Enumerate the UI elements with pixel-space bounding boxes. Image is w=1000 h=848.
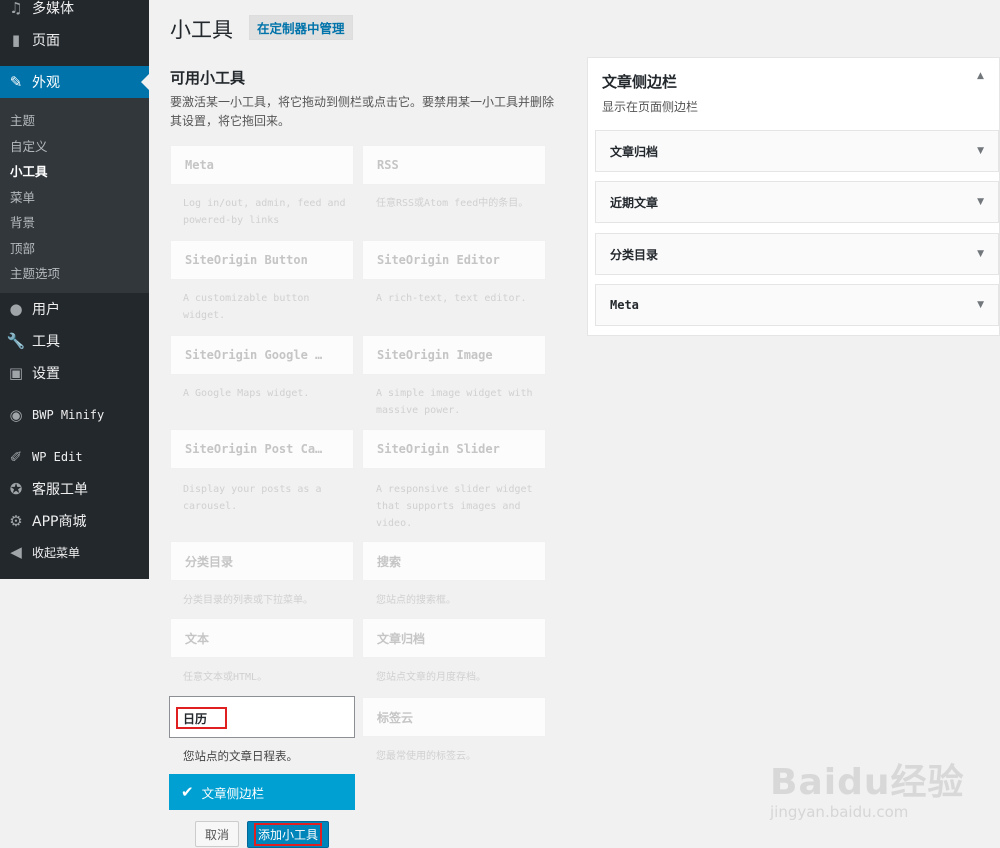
collapse-arrow-icon[interactable]: ▲	[977, 71, 984, 81]
menu-item-tools[interactable]: 🔧 工具	[0, 325, 149, 357]
submenu-item-themes[interactable]: 主题	[10, 110, 35, 129]
dashboard-icon: ◉	[9, 406, 23, 424]
submenu-item-background[interactable]: 背景	[10, 212, 35, 231]
widget-calendar-description: 您站点的文章日程表。	[183, 749, 298, 763]
submenu-item-theme-options[interactable]: 主题选项	[10, 263, 60, 282]
menu-item-label: 页面	[32, 33, 60, 49]
sidebar-panel-title[interactable]: 文章侧边栏	[602, 71, 677, 92]
widget-siteorigin-image[interactable]: SiteOrigin Image	[362, 335, 546, 375]
widget-description: A rich-text, text editor.	[376, 293, 527, 304]
menu-item-label: 工具	[32, 334, 60, 350]
page-title: 小工具	[170, 18, 233, 42]
menu-item-label: 客服工单	[32, 482, 88, 498]
appearance-submenu: 主题 自定义 小工具 菜单 背景 顶部 主题选项	[0, 98, 149, 293]
widget-description: 分类目录的列表或下拉菜单。	[183, 595, 313, 606]
widget-categories[interactable]: 分类目录	[170, 541, 354, 581]
widget-description: Display your posts as a carousel.	[183, 484, 322, 512]
widget-text[interactable]: 文本	[170, 618, 354, 658]
widget-description: 您最常使用的标签云。	[376, 751, 476, 762]
widget-description: A customizable button widget.	[183, 293, 310, 321]
menu-item-label: APP商城	[32, 514, 87, 530]
menu-item-appearance[interactable]: ✎ 外观	[0, 66, 149, 98]
sidebar-panel-subtitle: 显示在页面侧边栏	[602, 100, 699, 114]
menu-item-bwp-minify[interactable]: ◉ BWP Minify	[0, 399, 149, 431]
submenu-item-menus[interactable]: 菜单	[10, 187, 35, 206]
sidebar-widget-categories[interactable]: 分类目录 ▼	[595, 233, 999, 275]
widget-archives[interactable]: 文章归档	[362, 618, 546, 658]
menu-item-app-store[interactable]: ⚙ APP商城	[0, 505, 149, 537]
widget-calendar-title[interactable]: 日历	[176, 707, 227, 729]
widget-siteorigin-google-maps[interactable]: SiteOrigin Google …	[170, 335, 354, 375]
sidebar-choice-label: 文章侧边栏	[201, 785, 265, 801]
add-widget-label: 添加小工具	[253, 823, 322, 846]
widget-description: 您站点文章的月度存档。	[376, 672, 486, 683]
menu-item-label: 多媒体	[32, 1, 74, 17]
widget-rss[interactable]: RSS	[362, 145, 546, 185]
checkmark-icon: ✔	[181, 783, 194, 801]
menu-item-label: 收起菜单	[32, 545, 81, 560]
add-widget-button[interactable]: 添加小工具	[247, 821, 329, 848]
available-widgets-description: 要激活某一小工具，将它拖动到侧栏或点击它。要禁用某一小工具并删除其设置，将它拖回…	[170, 95, 555, 128]
collapse-menu-button[interactable]: ◀ 收起菜单	[0, 536, 149, 568]
cancel-button[interactable]: 取消	[195, 821, 239, 847]
widget-description: 任意RSS或Atom feed中的条目。	[376, 198, 529, 209]
baidu-watermark: Baidu经验 jingyan.baidu.com	[770, 745, 995, 835]
admin-sidebar: ♫ 多媒体 ▮ 页面 ✎ 外观 主题 自定义 小工具 菜单 背景 顶部 主题选项…	[0, 0, 149, 579]
settings-icon: ▣	[8, 364, 24, 382]
widget-tag-cloud[interactable]: 标签云	[362, 697, 546, 737]
lifebuoy-icon: ✪	[9, 480, 23, 498]
widget-siteorigin-slider[interactable]: SiteOrigin Slider	[362, 429, 546, 469]
menu-item-settings[interactable]: ▣ 设置	[0, 357, 149, 389]
tools-icon: 🔧	[6, 332, 26, 350]
menu-item-media[interactable]: ♫ 多媒体	[0, 0, 149, 24]
expand-arrow-icon[interactable]: ▼	[977, 197, 984, 207]
sidebar-widget-title: 近期文章	[610, 195, 659, 210]
menu-item-label: BWP Minify	[32, 408, 105, 422]
sidebar-widget-meta[interactable]: Meta ▼	[595, 284, 999, 326]
menu-item-users[interactable]: ● 用户	[0, 293, 149, 325]
sidebar-widget-title: 分类目录	[610, 247, 659, 262]
menu-item-label: 设置	[32, 366, 60, 382]
widget-description: A Google Maps widget.	[183, 388, 310, 399]
manage-in-customizer-button[interactable]: 在定制器中管理	[249, 15, 353, 40]
gear-icon: ⚙	[9, 512, 23, 530]
widget-siteorigin-post-carousel[interactable]: SiteOrigin Post Ca…	[170, 429, 354, 469]
sidebar-widget-recent-posts[interactable]: 近期文章 ▼	[595, 181, 999, 223]
menu-item-pages[interactable]: ▮ 页面	[0, 24, 149, 56]
collapse-icon: ◀	[10, 543, 22, 561]
sidebar-widget-title: Meta	[610, 298, 639, 312]
sidebar-widget-title: 文章归档	[610, 144, 659, 159]
widget-meta[interactable]: Meta	[170, 145, 354, 185]
edit-icon: ✐	[9, 448, 23, 466]
expand-arrow-icon[interactable]: ▼	[977, 300, 984, 310]
widget-description: 您站点的搜索框。	[376, 595, 456, 606]
menu-item-label: 外观	[32, 75, 60, 91]
expand-arrow-icon[interactable]: ▼	[977, 249, 984, 259]
submenu-item-widgets[interactable]: 小工具	[10, 161, 48, 180]
menu-item-label: 用户	[32, 302, 60, 318]
page-icon: ▮	[11, 31, 21, 49]
widget-description: A simple image widget with massive power…	[376, 388, 533, 416]
sidebar-choice-article-sidebar[interactable]: ✔ 文章侧边栏	[169, 774, 355, 810]
widget-search[interactable]: 搜索	[362, 541, 546, 581]
submenu-item-header[interactable]: 顶部	[10, 238, 35, 257]
users-icon: ●	[9, 300, 23, 318]
available-widgets-title: 可用小工具	[170, 69, 246, 87]
menu-item-label: WP Edit	[32, 450, 83, 464]
menu-item-wp-edit[interactable]: ✐ WP Edit	[0, 441, 149, 473]
sidebar-widget-archives[interactable]: 文章归档 ▼	[595, 130, 999, 172]
submenu-item-customize[interactable]: 自定义	[10, 136, 48, 155]
widget-siteorigin-button[interactable]: SiteOrigin Button	[170, 240, 354, 280]
widget-siteorigin-editor[interactable]: SiteOrigin Editor	[362, 240, 546, 280]
watermark-url: jingyan.baidu.com	[770, 803, 909, 821]
appearance-icon: ✎	[9, 73, 23, 91]
watermark-brand: Baidu经验	[770, 762, 965, 803]
expand-arrow-icon[interactable]: ▼	[977, 146, 984, 156]
menu-item-support-tickets[interactable]: ✪ 客服工单	[0, 473, 149, 505]
media-icon: ♫	[9, 0, 23, 17]
widget-description: 任意文本或HTML。	[183, 672, 268, 683]
widget-description: Log in/out, admin, feed and powered-by l…	[183, 198, 346, 226]
widget-description: A responsive slider widget that supports…	[376, 484, 533, 529]
